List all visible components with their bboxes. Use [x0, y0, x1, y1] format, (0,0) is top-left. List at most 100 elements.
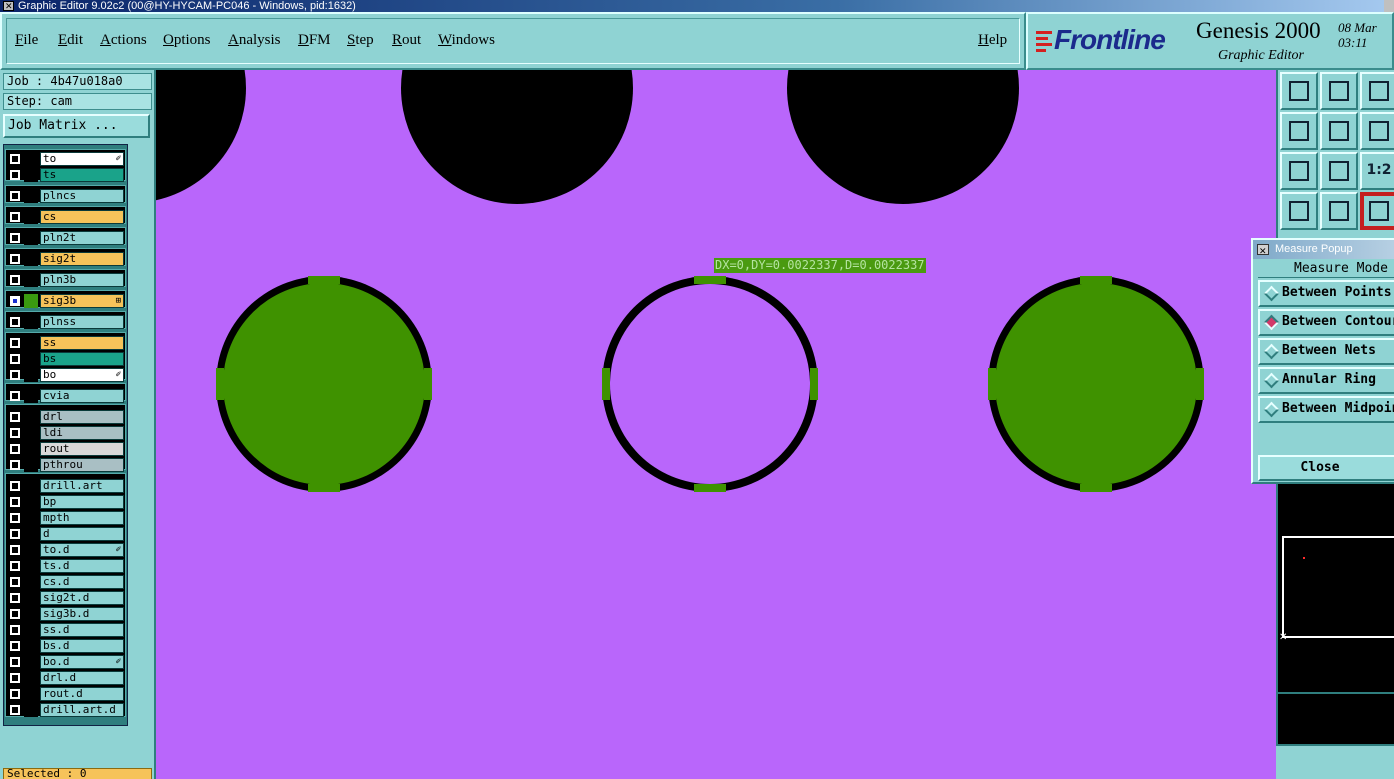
menu-help[interactable]: Help — [978, 32, 1007, 49]
layer-name[interactable]: plnss — [40, 315, 124, 329]
layer-color-swatch[interactable] — [24, 495, 38, 509]
layer-row-bs-d[interactable]: bs.d — [4, 638, 125, 654]
layer-name[interactable]: bp — [40, 495, 124, 509]
overview-minimap[interactable]: ✕ — [1279, 536, 1394, 643]
pan-left-button[interactable] — [1280, 112, 1318, 150]
layer-name[interactable]: bs — [40, 352, 124, 366]
layer-name[interactable]: d — [40, 527, 124, 541]
fit-screen-button[interactable] — [1280, 152, 1318, 190]
layer-color-swatch[interactable] — [24, 543, 38, 557]
layer-checkbox[interactable] — [10, 561, 20, 571]
layer-color-swatch[interactable] — [24, 352, 38, 366]
layer-checkbox[interactable] — [10, 391, 20, 401]
layer-row-cvia[interactable]: cvia — [4, 388, 125, 404]
layer-name[interactable]: drill.art.d — [40, 703, 124, 717]
layer-checkbox[interactable] — [10, 609, 20, 619]
layer-checkbox[interactable] — [10, 317, 20, 327]
layer-row-pthrou[interactable]: pthrou — [4, 457, 125, 473]
layer-row-ss-d[interactable]: ss.d — [4, 622, 125, 638]
layer-checkbox[interactable] — [10, 212, 20, 222]
layer-checkbox[interactable] — [10, 481, 20, 491]
layer-name[interactable]: bo.d ✐ — [40, 655, 124, 669]
layer-color-swatch[interactable] — [24, 703, 38, 717]
layer-checkbox[interactable] — [10, 657, 20, 667]
menu-analysis[interactable]: Analysis — [228, 32, 281, 49]
layer-name[interactable]: sig2t — [40, 252, 124, 266]
layer-name[interactable]: sig2t.d — [40, 591, 124, 605]
layer-checkbox[interactable] — [10, 254, 20, 264]
layer-row-ss[interactable]: ss — [4, 335, 125, 351]
layer-row-rout-d[interactable]: rout.d — [4, 686, 125, 702]
layer-row-mpth[interactable]: mpth — [4, 510, 125, 526]
radio-diamond-icon[interactable] — [1263, 343, 1280, 360]
layer-row-cs-d[interactable]: cs.d — [4, 574, 125, 590]
layer-color-swatch[interactable] — [24, 231, 38, 245]
measure-mode-option[interactable]: Between Midpoints — [1258, 396, 1394, 423]
layer-checkbox[interactable] — [10, 625, 20, 635]
layer-checkbox[interactable] — [10, 370, 20, 380]
layer-row-d[interactable]: d — [4, 526, 125, 542]
layer-checkbox[interactable] — [10, 412, 20, 422]
measure-mode-option[interactable]: Annular Ring — [1258, 367, 1394, 394]
layer-color-swatch[interactable] — [24, 168, 38, 182]
layer-row-pln2t[interactable]: pln2t — [4, 230, 125, 246]
layer-row-sig3b[interactable]: sig3b ⊞ — [4, 293, 125, 309]
layer-name[interactable]: sig3b ⊞ — [40, 294, 124, 308]
layer-name[interactable]: to ✐ — [40, 152, 124, 166]
layer-checkbox[interactable] — [10, 275, 20, 285]
layer-name[interactable]: cvia — [40, 389, 124, 403]
layer-name[interactable]: pln3b — [40, 273, 124, 287]
layer-row-to[interactable]: to ✐ — [4, 151, 125, 167]
layer-name[interactable]: sig3b.d — [40, 607, 124, 621]
layer-color-swatch[interactable] — [24, 294, 38, 308]
menu-dfm[interactable]: DFM — [298, 32, 331, 49]
menu-options[interactable]: Options — [163, 32, 211, 49]
layer-name[interactable]: drl.d — [40, 671, 124, 685]
layer-checkbox[interactable] — [10, 497, 20, 507]
layer-row-plncs[interactable]: plncs — [4, 188, 125, 204]
home-button[interactable] — [1360, 72, 1394, 110]
layer-name[interactable]: to.d ✐ — [40, 543, 124, 557]
layer-checkbox[interactable] — [10, 191, 20, 201]
layer-name[interactable]: cs — [40, 210, 124, 224]
pan-right-button[interactable] — [1320, 112, 1358, 150]
layer-row-drl-d[interactable]: drl.d — [4, 670, 125, 686]
layer-checkbox[interactable] — [10, 154, 20, 164]
radio-diamond-icon[interactable] — [1263, 314, 1280, 331]
layer-name[interactable]: ldi — [40, 426, 124, 440]
layer-color-swatch[interactable] — [24, 152, 38, 166]
layer-row-to-d[interactable]: to.d ✐ — [4, 542, 125, 558]
layer-name[interactable]: pln2t — [40, 231, 124, 245]
layer-checkbox[interactable] — [10, 354, 20, 364]
measure-mode-option[interactable]: Between Contours — [1258, 309, 1394, 336]
zoom-down-button[interactable] — [1320, 72, 1358, 110]
layer-color-swatch[interactable] — [24, 511, 38, 525]
layer-color-swatch[interactable] — [24, 368, 38, 382]
layer-checkbox[interactable] — [10, 689, 20, 699]
measure-tool-button[interactable] — [1360, 192, 1394, 230]
menu-file[interactable]: File — [15, 32, 38, 49]
layer-row-sig2t[interactable]: sig2t — [4, 251, 125, 267]
fit-profile-button[interactable] — [1320, 152, 1358, 190]
ratio-button[interactable]: 1:2 — [1360, 152, 1394, 190]
layer-row-drill-art[interactable]: drill.art — [4, 478, 125, 494]
layer-row-rout[interactable]: rout — [4, 441, 125, 457]
layer-checkbox[interactable] — [10, 705, 20, 715]
layer-checkbox[interactable] — [10, 641, 20, 651]
layer-color-swatch[interactable] — [24, 527, 38, 541]
layer-name[interactable]: bo ✐ — [40, 368, 124, 382]
layer-color-swatch[interactable] — [24, 623, 38, 637]
measure-mode-option[interactable]: Between Nets — [1258, 338, 1394, 365]
layer-checkbox[interactable] — [10, 593, 20, 603]
layer-name[interactable]: pthrou — [40, 458, 124, 472]
layer-row-plnss[interactable]: plnss — [4, 314, 125, 330]
menu-rout[interactable]: Rout — [392, 32, 421, 49]
layer-color-swatch[interactable] — [24, 336, 38, 350]
measure-popup-titlebar[interactable]: Measure Popup — [1253, 240, 1394, 261]
snap-tool-button[interactable] — [1280, 192, 1318, 230]
layer-row-sig2t-d[interactable]: sig2t.d — [4, 590, 125, 606]
layer-color-swatch[interactable] — [24, 479, 38, 493]
layer-name[interactable]: ss.d — [40, 623, 124, 637]
layer-checkbox[interactable] — [10, 545, 20, 555]
layer-name[interactable]: rout — [40, 442, 124, 456]
